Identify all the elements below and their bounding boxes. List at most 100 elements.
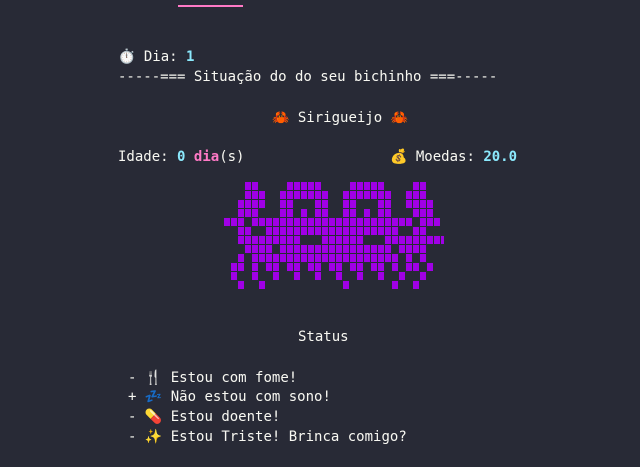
sprite-pixel [350, 182, 356, 190]
sprite-pixel [280, 191, 286, 199]
status-text: Não estou com sono! [170, 389, 331, 405]
sprite-pixel [245, 182, 251, 190]
sprite-pixel [315, 254, 321, 262]
sprite-pixel [357, 227, 363, 235]
age-value: 0 [177, 149, 186, 165]
sprite-pixel [294, 254, 300, 262]
sprite-pixel [322, 209, 328, 217]
sprite-pixel [252, 182, 258, 190]
sprite-pixel [252, 218, 258, 226]
sprite-pixel [287, 245, 293, 253]
sprite-pixel [357, 254, 363, 262]
sprite-pixel [371, 182, 377, 190]
sprite-pixel [420, 191, 426, 199]
sprite-pixel [420, 182, 426, 190]
sprite-pixel [406, 254, 412, 262]
sprite-pixel [364, 254, 370, 262]
sprite-pixel [259, 245, 265, 253]
sprite-pixel [252, 263, 258, 271]
sprite-pixel [420, 200, 426, 208]
sprite-pixel [357, 263, 363, 271]
sprite-pixel [301, 227, 307, 235]
sprite-pixel [427, 263, 433, 271]
sprite-pixel [245, 227, 251, 235]
sprite-pixel [245, 191, 251, 199]
sprite-pixel [259, 281, 265, 289]
sprite-pixel [273, 218, 279, 226]
sprite-pixel [273, 254, 279, 262]
sprite-pixel [427, 218, 433, 226]
sprite-pixel [301, 191, 307, 199]
sprite-pixel [406, 191, 412, 199]
sprite-pixel [399, 272, 405, 280]
sprite-pixel [259, 254, 265, 262]
sprite-pixel [322, 191, 328, 199]
sprite-pixel [315, 218, 321, 226]
sprite-pixel [336, 245, 342, 253]
sprite-pixel [287, 236, 293, 244]
age-line: Idade: 0 dia(s) [118, 147, 244, 167]
status-sign: + [128, 389, 137, 405]
sprite-pixel [413, 263, 419, 271]
sprite-pixel [287, 209, 293, 217]
sprite-pixel [329, 254, 335, 262]
sprite-pixel [322, 254, 328, 262]
sprite-pixel [350, 245, 356, 253]
sprite-pixel [357, 236, 363, 244]
sprite-pixel [245, 245, 251, 253]
sprite-pixel [266, 227, 272, 235]
sprite-pixel [357, 218, 363, 226]
sleep-icon: 💤 [144, 389, 163, 405]
sprite-pixel [413, 191, 419, 199]
sprite-pixel [329, 227, 335, 235]
sprite-pixel [413, 209, 419, 217]
sprite-pixel [315, 182, 321, 190]
sprite-pixel [322, 245, 328, 253]
sprite-pixel [350, 236, 356, 244]
sprite-pixel [294, 227, 300, 235]
sprite-pixel [266, 245, 272, 253]
sprite-pixel [280, 200, 286, 208]
pet-name-line: 🦀 Sirigueijo 🦀 [272, 108, 408, 128]
status-title: Status [298, 329, 349, 345]
sprite-pixel [427, 200, 433, 208]
sprite-pixel [280, 227, 286, 235]
sprite-pixel [294, 182, 300, 190]
sprite-pixel [371, 254, 377, 262]
status-item: - ✨ Estou Triste! Brinca comigo? [128, 427, 407, 447]
day-label: Dia: [143, 49, 178, 65]
sprite-pixel [315, 209, 321, 217]
sprite-pixel [294, 245, 300, 253]
status-sign: - [128, 409, 137, 425]
sprite-pixel [238, 236, 244, 244]
sprite-pixel [364, 227, 370, 235]
sprite-pixel [259, 191, 265, 199]
pet-sprite [224, 182, 444, 289]
sprite-pixel [413, 227, 419, 235]
sprite-pixel [322, 236, 328, 244]
sprite-pixel [385, 200, 391, 208]
sprite-pixel [238, 254, 244, 262]
sprite-pixel [434, 218, 440, 226]
coins-line: 💰 Moedas: 20.0 [390, 147, 517, 167]
sprite-pixel [245, 200, 251, 208]
sprite-pixel [301, 209, 307, 217]
sprite-pixel [252, 245, 258, 253]
sprite-pixel [385, 254, 391, 262]
sprite-pixel [315, 191, 321, 199]
sprite-pixel [378, 209, 384, 217]
sprite-pixel [315, 245, 321, 253]
sprite-pixel [301, 182, 307, 190]
sprite-pixel [357, 191, 363, 199]
sprite-pixel [336, 263, 342, 271]
sprite-pixel [427, 236, 433, 244]
sprite-pixel [413, 245, 419, 253]
sprite-pixel [392, 227, 398, 235]
sprite-pixel [343, 200, 349, 208]
sprite-pixel [238, 209, 244, 217]
sprite-pixel [392, 263, 398, 271]
sprite-pixel [273, 227, 279, 235]
sprite-pixel [392, 254, 398, 262]
sprite-pixel [329, 218, 335, 226]
sprite-pixel [378, 272, 384, 280]
